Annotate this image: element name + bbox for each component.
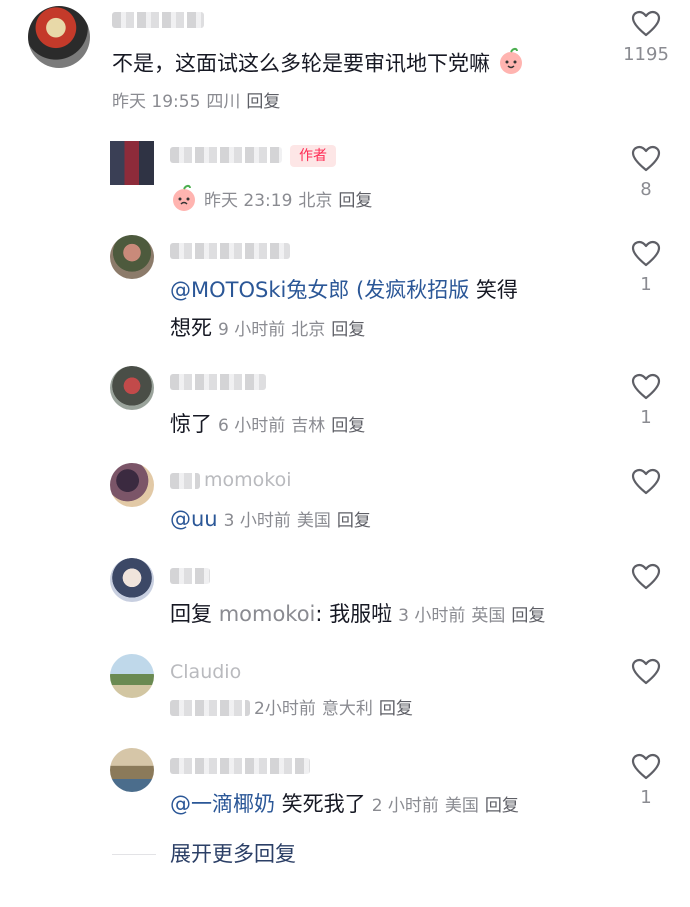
like-button[interactable]: 1 (616, 753, 676, 808)
username-blurred[interactable] (112, 12, 204, 28)
heart-icon (631, 373, 661, 400)
username-blurred[interactable] (170, 243, 290, 259)
heart-icon (631, 10, 661, 37)
divider (112, 854, 156, 855)
username-blurred[interactable] (170, 700, 250, 716)
avatar[interactable] (110, 141, 154, 185)
username-blurred[interactable] (170, 147, 282, 163)
like-button[interactable]: 1 (616, 240, 676, 295)
username-blurred[interactable] (170, 473, 200, 489)
heart-icon (631, 468, 661, 495)
avatar[interactable] (110, 366, 154, 410)
heart-icon (631, 145, 661, 172)
reply-button[interactable]: 回复 (337, 511, 371, 531)
reply-button[interactable]: 回复 (485, 796, 519, 816)
mention-link[interactable]: @一滴椰奶 (170, 792, 275, 816)
heart-icon (631, 658, 661, 685)
comment-location: 四川 (206, 92, 241, 112)
like-count: 1195 (623, 44, 669, 65)
reply-text: @MOTOSki兔女郎 (发疯秋招版 笑得 (170, 278, 518, 302)
heart-icon (631, 563, 661, 590)
avatar[interactable] (110, 654, 154, 698)
author-badge: 作者 (290, 145, 336, 167)
like-button[interactable] (616, 468, 676, 495)
reply-text: 回复 momokoi: 我服啦 3 小时前 英国 回复 (170, 602, 546, 626)
reply-text: @一滴椰奶 笑死我了 2 小时前 美国 回复 (170, 792, 519, 816)
avatar[interactable] (110, 558, 154, 602)
username-blurred[interactable] (170, 568, 210, 584)
username-blurred[interactable] (170, 758, 310, 774)
heart-icon (631, 240, 661, 267)
like-button[interactable]: 1 (616, 373, 676, 428)
comment-time: 昨天 19:55 (112, 92, 201, 112)
reply-button[interactable]: 回复 (331, 320, 365, 340)
peach-emoji-icon (170, 184, 198, 218)
username-blurred[interactable] (170, 374, 266, 390)
avatar[interactable] (110, 463, 154, 507)
reply-to-user[interactable]: momokoi (219, 602, 316, 626)
heart-icon (631, 753, 661, 780)
like-button[interactable] (616, 658, 676, 685)
reply-username[interactable]: momokoi (204, 466, 292, 494)
reply-meta: 昨天 23:19 北京 回复 (170, 184, 372, 218)
comment-meta: 昨天 19:55 四川 回复 (112, 91, 280, 113)
avatar[interactable] (110, 748, 154, 792)
reply-button[interactable]: 回复 (511, 606, 545, 626)
like-count: 1 (640, 407, 652, 428)
avatar[interactable] (110, 235, 154, 279)
mention-link[interactable]: @MOTOSki兔女郎 (发疯秋招版 (170, 278, 469, 302)
avatar[interactable] (28, 6, 90, 68)
like-button[interactable]: 8 (616, 145, 676, 200)
reply-text: @uu 3 小时前 美国 回复 (170, 507, 371, 531)
reply-username[interactable]: Claudio (170, 658, 241, 686)
reply-button[interactable]: 回复 (379, 699, 413, 719)
comment-text: 不是，这面试这么多轮是要审讯地下党嘛 (112, 47, 525, 82)
reply-button[interactable]: 回复 (331, 416, 365, 436)
like-button[interactable] (616, 563, 676, 590)
reply-text-line2: 想死 9 小时前 北京 回复 (170, 316, 366, 340)
like-count: 8 (640, 179, 652, 200)
reply-button[interactable]: 回复 (246, 92, 280, 112)
like-button[interactable]: 1195 (616, 10, 676, 65)
mention-link[interactable]: @uu (170, 507, 218, 531)
peach-emoji-icon (497, 47, 525, 82)
like-count: 1 (640, 787, 652, 808)
reply-meta: 2小时前 意大利 回复 (254, 699, 413, 719)
expand-more-replies-button[interactable]: 展开更多回复 (170, 840, 296, 868)
reply-text: 惊了 6 小时前 吉林 回复 (170, 412, 366, 436)
reply-button[interactable]: 回复 (338, 191, 372, 211)
like-count: 1 (640, 274, 652, 295)
